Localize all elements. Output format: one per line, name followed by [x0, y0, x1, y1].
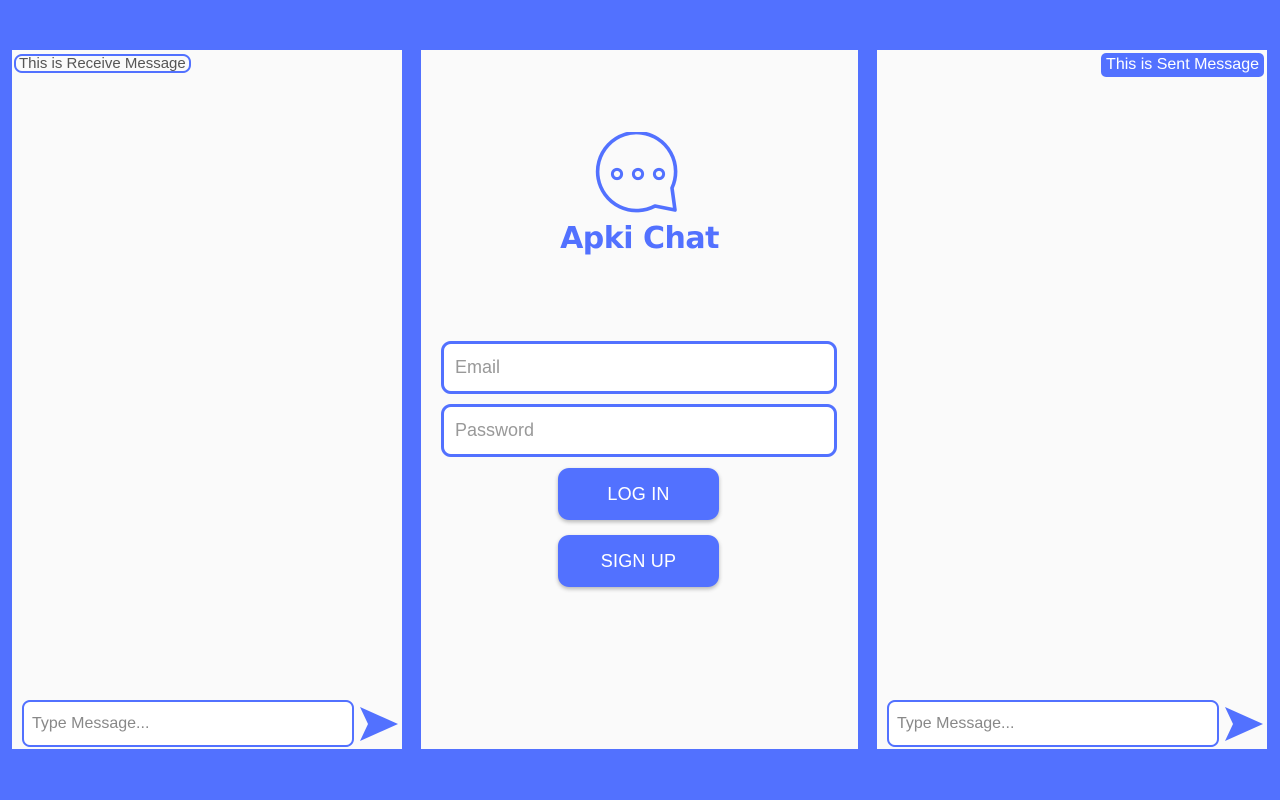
login-screen: Apki Chat LOG IN SIGN UP [421, 50, 858, 749]
send-button[interactable] [359, 704, 399, 744]
chat-bubble-icon [595, 132, 678, 213]
receive-chat-screen: This is Receive Message [12, 50, 402, 749]
app-logo: Apki Chat [421, 132, 858, 262]
sent-message-bubble: This is Sent Message [1101, 53, 1264, 77]
send-chat-screen: This is Sent Message [877, 50, 1267, 749]
signup-button[interactable]: SIGN UP [558, 535, 719, 587]
send-button[interactable] [1224, 704, 1264, 744]
message-input[interactable] [887, 700, 1219, 747]
password-field[interactable] [441, 404, 837, 457]
login-button[interactable]: LOG IN [558, 468, 719, 520]
message-input[interactable] [22, 700, 354, 747]
email-field[interactable] [441, 341, 837, 394]
send-icon [360, 707, 398, 741]
received-message-bubble: This is Receive Message [14, 54, 191, 73]
app-name: Apki Chat [560, 221, 719, 256]
send-icon [1225, 707, 1263, 741]
